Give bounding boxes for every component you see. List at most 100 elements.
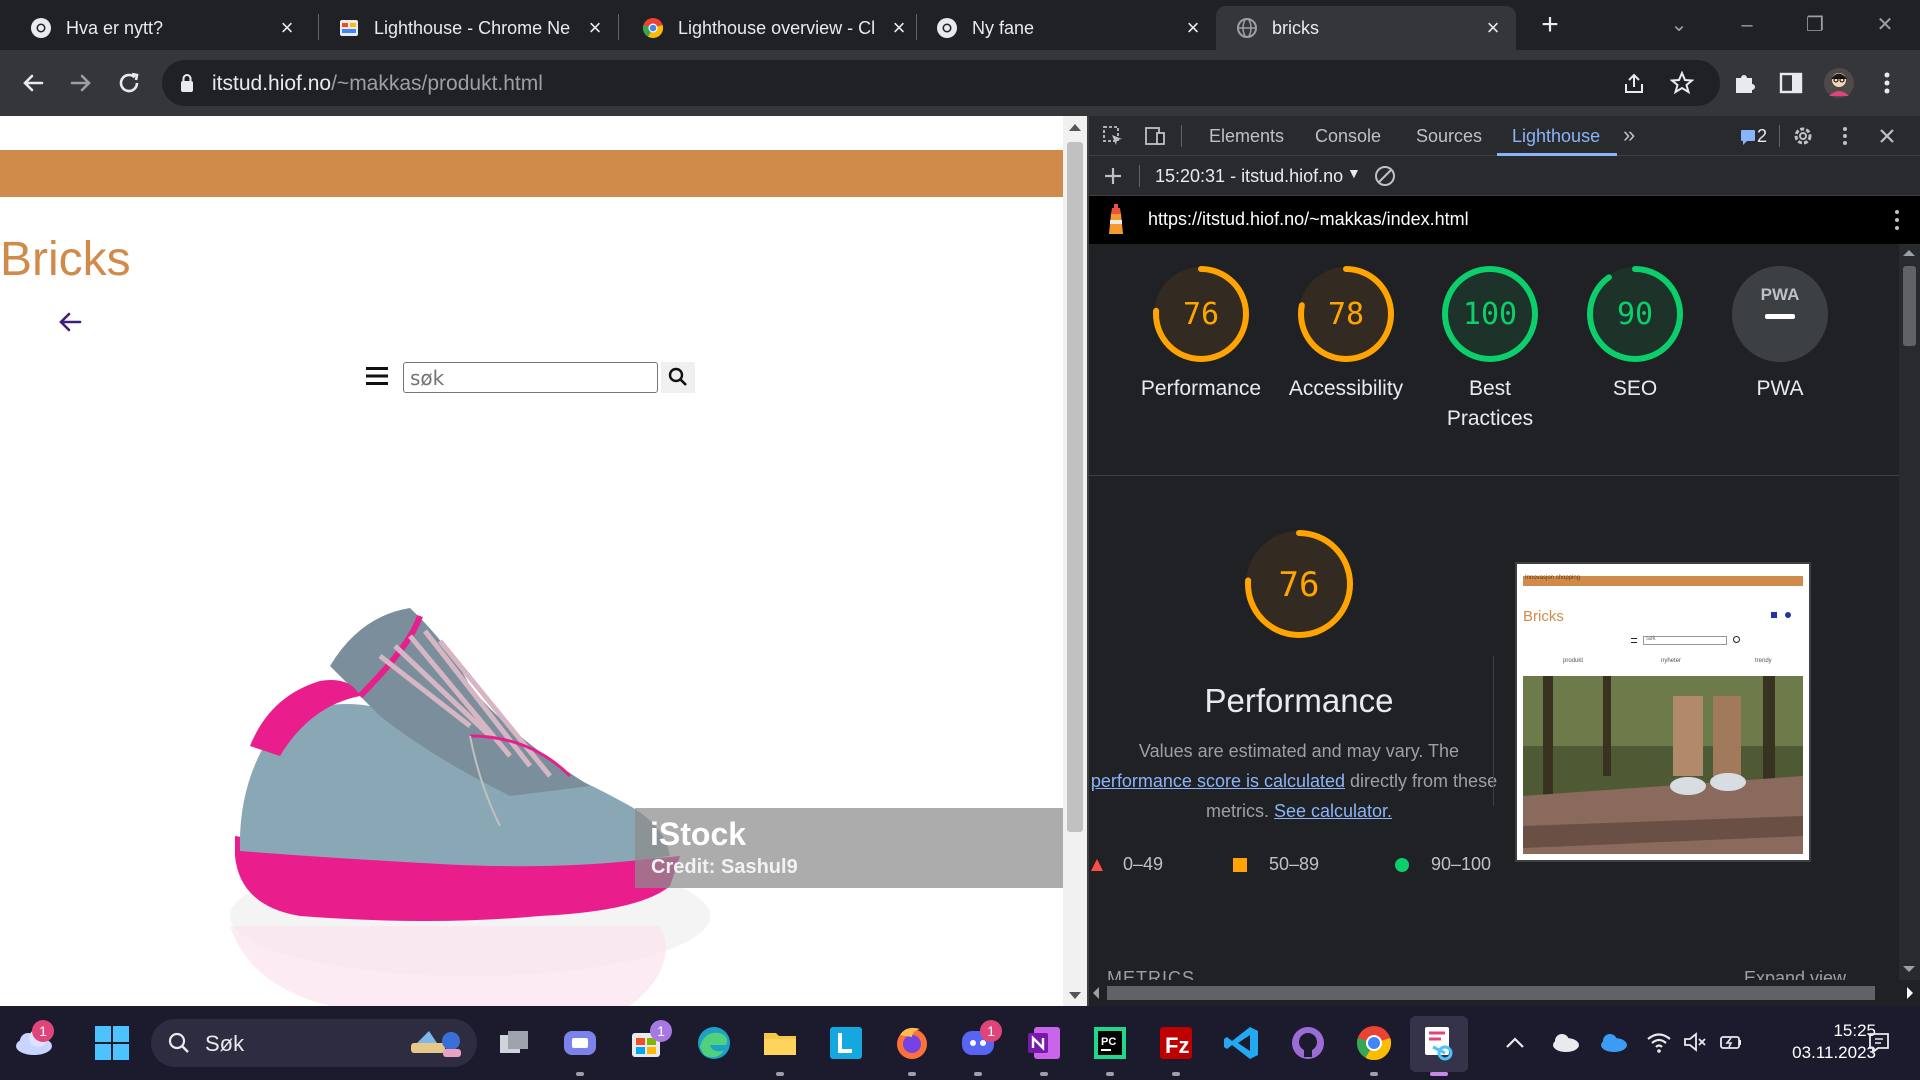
close-icon[interactable]: × — [888, 17, 910, 39]
snipping-tool-icon[interactable] — [1419, 1023, 1459, 1063]
firefox-icon[interactable] — [892, 1023, 932, 1063]
running-indicator — [1040, 1072, 1048, 1076]
close-icon[interactable]: × — [1182, 17, 1204, 39]
close-icon[interactable]: × — [276, 17, 298, 39]
site-title[interactable]: Bricks — [0, 232, 131, 287]
close-icon[interactable]: × — [1482, 17, 1504, 39]
gauge-accessibility[interactable]: 78 Accessibility — [1276, 262, 1416, 404]
devtools-menu-icon[interactable] — [1833, 124, 1857, 148]
tab-whats-new[interactable]: Hva er nytt? × — [10, 6, 310, 50]
search-input[interactable] — [403, 362, 658, 393]
close-devtools-icon[interactable] — [1875, 124, 1899, 148]
edge-icon[interactable] — [694, 1023, 734, 1063]
extensions-icon[interactable] — [1728, 66, 1762, 100]
report-url[interactable]: https://itstud.hiof.no/~makkas/index.htm… — [1148, 209, 1469, 230]
filezilla-icon[interactable]: Fz — [1156, 1023, 1196, 1063]
tab-console[interactable]: Console — [1315, 126, 1381, 147]
report-menu-icon[interactable] — [1887, 208, 1907, 232]
scrollbar-thumb[interactable] — [1067, 142, 1083, 832]
desc-line-2: performance score is calculated directly… — [1079, 766, 1509, 796]
volume-muted-icon[interactable] — [1682, 1030, 1708, 1054]
onenote-icon[interactable] — [1024, 1023, 1064, 1063]
gauge-pwa[interactable]: PWA PWA — [1710, 262, 1850, 404]
windows-start-icon[interactable] — [92, 1023, 132, 1063]
new-tab-button[interactable]: + — [1536, 10, 1564, 40]
more-tabs-icon[interactable]: » — [1623, 122, 1635, 148]
gauge-performance[interactable]: 76 Performance — [1131, 262, 1271, 404]
address-bar[interactable]: itstud.hiof.no/~makkas/produkt.html — [162, 60, 1720, 106]
new-report-icon[interactable] — [1101, 164, 1125, 188]
report-selector[interactable]: 15:20:31 - itstud.hiof.no — [1155, 166, 1343, 187]
scroll-down-icon[interactable] — [1069, 992, 1081, 999]
see-calculator-link[interactable]: See calculator. — [1274, 801, 1392, 821]
thumb-menu-item: nyheter — [1661, 658, 1682, 664]
devtools-scrollbar[interactable] — [1899, 244, 1920, 980]
page-scrollbar[interactable] — [1063, 116, 1087, 1006]
pycharm-icon[interactable]: PC — [1090, 1023, 1130, 1063]
share-icon[interactable] — [1622, 72, 1646, 96]
device-toolbar-icon[interactable] — [1143, 124, 1167, 148]
tab-new-tab[interactable]: Ny fane × — [916, 6, 1216, 50]
onedrive-icon[interactable] — [1598, 1031, 1628, 1053]
close-icon[interactable]: × — [584, 17, 606, 39]
github-desktop-icon[interactable] — [1288, 1023, 1328, 1063]
vscode-icon[interactable] — [1222, 1023, 1262, 1063]
taskbar-search[interactable]: Søk — [151, 1019, 477, 1067]
battery-charging-icon[interactable] — [1718, 1030, 1744, 1054]
notifications-icon[interactable] — [1866, 1030, 1892, 1056]
scrollbar-thumb[interactable] — [1903, 266, 1916, 346]
dropdown-arrow-icon[interactable]: ▼ — [1347, 165, 1361, 181]
chrome-taskbar-icon[interactable] — [1354, 1023, 1394, 1063]
lock-icon — [181, 74, 193, 92]
system-clock[interactable]: 15:25 03.11.2023 — [1758, 1020, 1876, 1064]
chrome-menu-icon[interactable] — [1870, 66, 1904, 100]
search-button[interactable] — [661, 362, 695, 393]
tab-lighthouse-chrome[interactable]: Lighthouse - Chrome Ne × — [318, 6, 618, 50]
scroll-right-icon[interactable] — [1907, 987, 1913, 999]
issues-count[interactable]: 2 — [1757, 126, 1767, 147]
restore-icon[interactable]: ❐ — [1800, 10, 1830, 40]
tab-elements[interactable]: Elements — [1209, 126, 1284, 147]
inspect-element-icon[interactable] — [1101, 124, 1125, 148]
tab-lighthouse[interactable]: Lighthouse — [1512, 126, 1600, 147]
tab-search-icon[interactable]: ⌄ — [1664, 10, 1694, 40]
back-icon[interactable] — [16, 66, 50, 100]
onedrive-personal-icon[interactable] — [1550, 1031, 1580, 1053]
gauge-label: PWA — [1756, 377, 1804, 400]
hamburger-menu-icon[interactable] — [366, 366, 388, 386]
reload-icon[interactable] — [112, 66, 146, 100]
task-view-icon[interactable] — [494, 1023, 534, 1063]
tab-lighthouse-overview[interactable]: Lighthouse overview - Cl × — [622, 6, 922, 50]
score-calculated-link[interactable]: performance score is calculated — [1091, 771, 1345, 791]
show-hidden-icons-chevron[interactable] — [1504, 1033, 1526, 1053]
gauge-seo[interactable]: 90 SEO — [1565, 262, 1705, 404]
scroll-up-icon[interactable] — [1069, 124, 1081, 131]
file-explorer-icon[interactable] — [760, 1023, 800, 1063]
gauge-ring: 100 — [1442, 266, 1538, 362]
final-screenshot-thumbnail[interactable]: Innovasjon shopping Bricks søk produkt n… — [1515, 562, 1811, 862]
scroll-down-icon[interactable] — [1903, 966, 1915, 972]
bookmark-star-icon[interactable] — [1670, 71, 1694, 95]
weather-widget[interactable]: 1 — [14, 1020, 54, 1056]
legend-fail: 0–49 — [1091, 854, 1163, 875]
clear-reports-icon[interactable] — [1373, 164, 1397, 188]
scrollbar-thumb[interactable] — [1107, 986, 1875, 1000]
side-panel-icon[interactable] — [1774, 66, 1808, 100]
back-arrow-icon[interactable] — [56, 308, 84, 336]
tab-bricks[interactable]: bricks × — [1216, 6, 1516, 50]
teams-chat-icon[interactable] — [560, 1023, 600, 1063]
profile-avatar[interactable] — [1822, 66, 1856, 100]
window-close-icon[interactable]: ✕ — [1870, 10, 1900, 40]
lively-app-icon[interactable] — [826, 1023, 866, 1063]
performance-score: 76 — [1279, 565, 1320, 605]
tab-sources[interactable]: Sources — [1416, 126, 1482, 147]
scroll-up-icon[interactable] — [1903, 250, 1915, 256]
gauge-ring: 90 — [1587, 266, 1683, 362]
forward-icon[interactable] — [64, 66, 98, 100]
gauge-best-practices[interactable]: 100 Best Practices — [1420, 262, 1560, 434]
scroll-left-icon[interactable] — [1093, 987, 1099, 999]
settings-gear-icon[interactable] — [1791, 124, 1815, 148]
minimize-icon[interactable]: – — [1732, 10, 1762, 40]
wifi-icon[interactable] — [1646, 1030, 1672, 1054]
devtools-horizontal-scrollbar[interactable] — [1089, 980, 1920, 1006]
